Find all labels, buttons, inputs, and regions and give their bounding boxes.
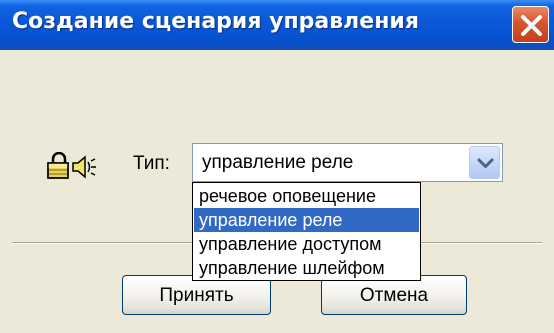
script-type-icon xyxy=(46,151,126,186)
type-label: Тип: xyxy=(133,153,170,174)
type-select-value: управление реле xyxy=(202,152,354,173)
type-dropdown-list: речевое оповещение управление реле управ… xyxy=(192,182,421,281)
lock-icon xyxy=(47,151,69,179)
dropdown-option-speech-alert[interactable]: речевое оповещение xyxy=(194,184,419,208)
accept-button[interactable]: Принять xyxy=(122,275,271,315)
close-icon xyxy=(521,15,542,36)
type-select[interactable]: управление реле xyxy=(192,143,503,182)
speaker-icon xyxy=(72,155,96,179)
window-title: Создание сценария управления xyxy=(12,9,419,34)
cancel-button[interactable]: Отмена xyxy=(321,275,467,315)
type-select-dropdown-button[interactable] xyxy=(469,146,500,179)
dropdown-option-access-control[interactable]: управление доступом xyxy=(194,232,419,256)
close-button[interactable] xyxy=(512,6,549,43)
dialog-window: Создание сценария управления Тип: управл… xyxy=(0,0,554,333)
dropdown-option-loop-control[interactable]: управление шлейфом xyxy=(194,256,419,280)
dropdown-option-relay-control[interactable]: управление реле xyxy=(194,208,419,232)
title-bar[interactable]: Создание сценария управления xyxy=(0,0,554,50)
chevron-down-icon xyxy=(477,158,494,168)
